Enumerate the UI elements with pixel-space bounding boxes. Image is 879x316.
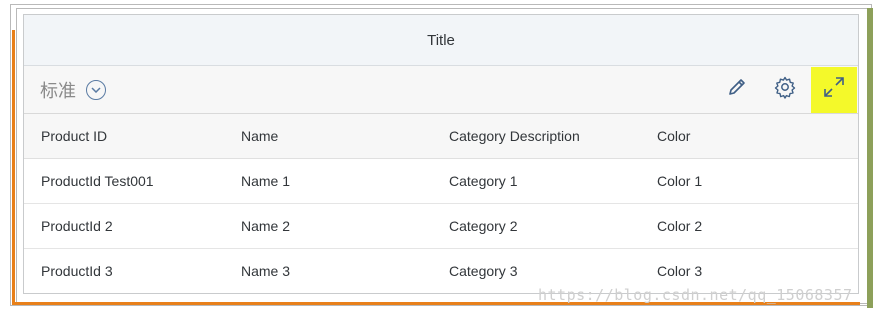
chevron-down-icon[interactable] — [86, 79, 106, 100]
variant-selector[interactable]: 标准 — [40, 77, 106, 103]
column-header-category-description[interactable]: Category Description — [449, 114, 657, 159]
cell-category: Category 2 — [449, 203, 657, 249]
edit-icon — [726, 76, 748, 103]
variant-label: 标准 — [40, 80, 76, 101]
cell-product-id: ProductId 2 — [24, 203, 241, 249]
cell-name: Name 2 — [241, 203, 449, 249]
table-panel: Title 标准 Product ID Name Category Descri… — [23, 14, 859, 294]
settings-icon — [773, 75, 797, 104]
column-header-name[interactable]: Name — [241, 114, 449, 159]
table-toolbar: 标准 — [24, 66, 858, 114]
cell-color: Color 2 — [657, 203, 858, 249]
settings-button[interactable] — [763, 68, 807, 112]
product-table: Product ID Name Category Description Col… — [24, 114, 858, 293]
cell-product-id: ProductId 3 — [24, 248, 241, 293]
watermark: https://blog.csdn.net/qq_15068357 — [538, 286, 853, 304]
panel-title: Title — [24, 15, 858, 66]
cell-name: Name 3 — [241, 248, 449, 293]
table-header-row: Product ID Name Category Description Col… — [24, 114, 858, 159]
table-row[interactable]: ProductId Test001 Name 1 Category 1 Colo… — [24, 158, 858, 204]
edit-button[interactable] — [715, 68, 759, 112]
screenshot-stage: Title 标准 Product ID Name Category Descri… — [0, 0, 879, 316]
fullscreen-icon — [822, 75, 846, 104]
panel-title-text: Title — [427, 31, 455, 49]
cell-category: Category 1 — [449, 158, 657, 204]
column-header-color[interactable]: Color — [657, 114, 858, 159]
table-row[interactable]: ProductId 2 Name 2 Category 2 Color 2 — [24, 203, 858, 249]
cell-color: Color 1 — [657, 158, 858, 204]
cell-name: Name 1 — [241, 158, 449, 204]
column-header-product-id[interactable]: Product ID — [24, 114, 241, 159]
cell-product-id: ProductId Test001 — [24, 158, 241, 204]
toolbar-actions — [711, 66, 858, 113]
fullscreen-button[interactable] — [811, 66, 857, 113]
